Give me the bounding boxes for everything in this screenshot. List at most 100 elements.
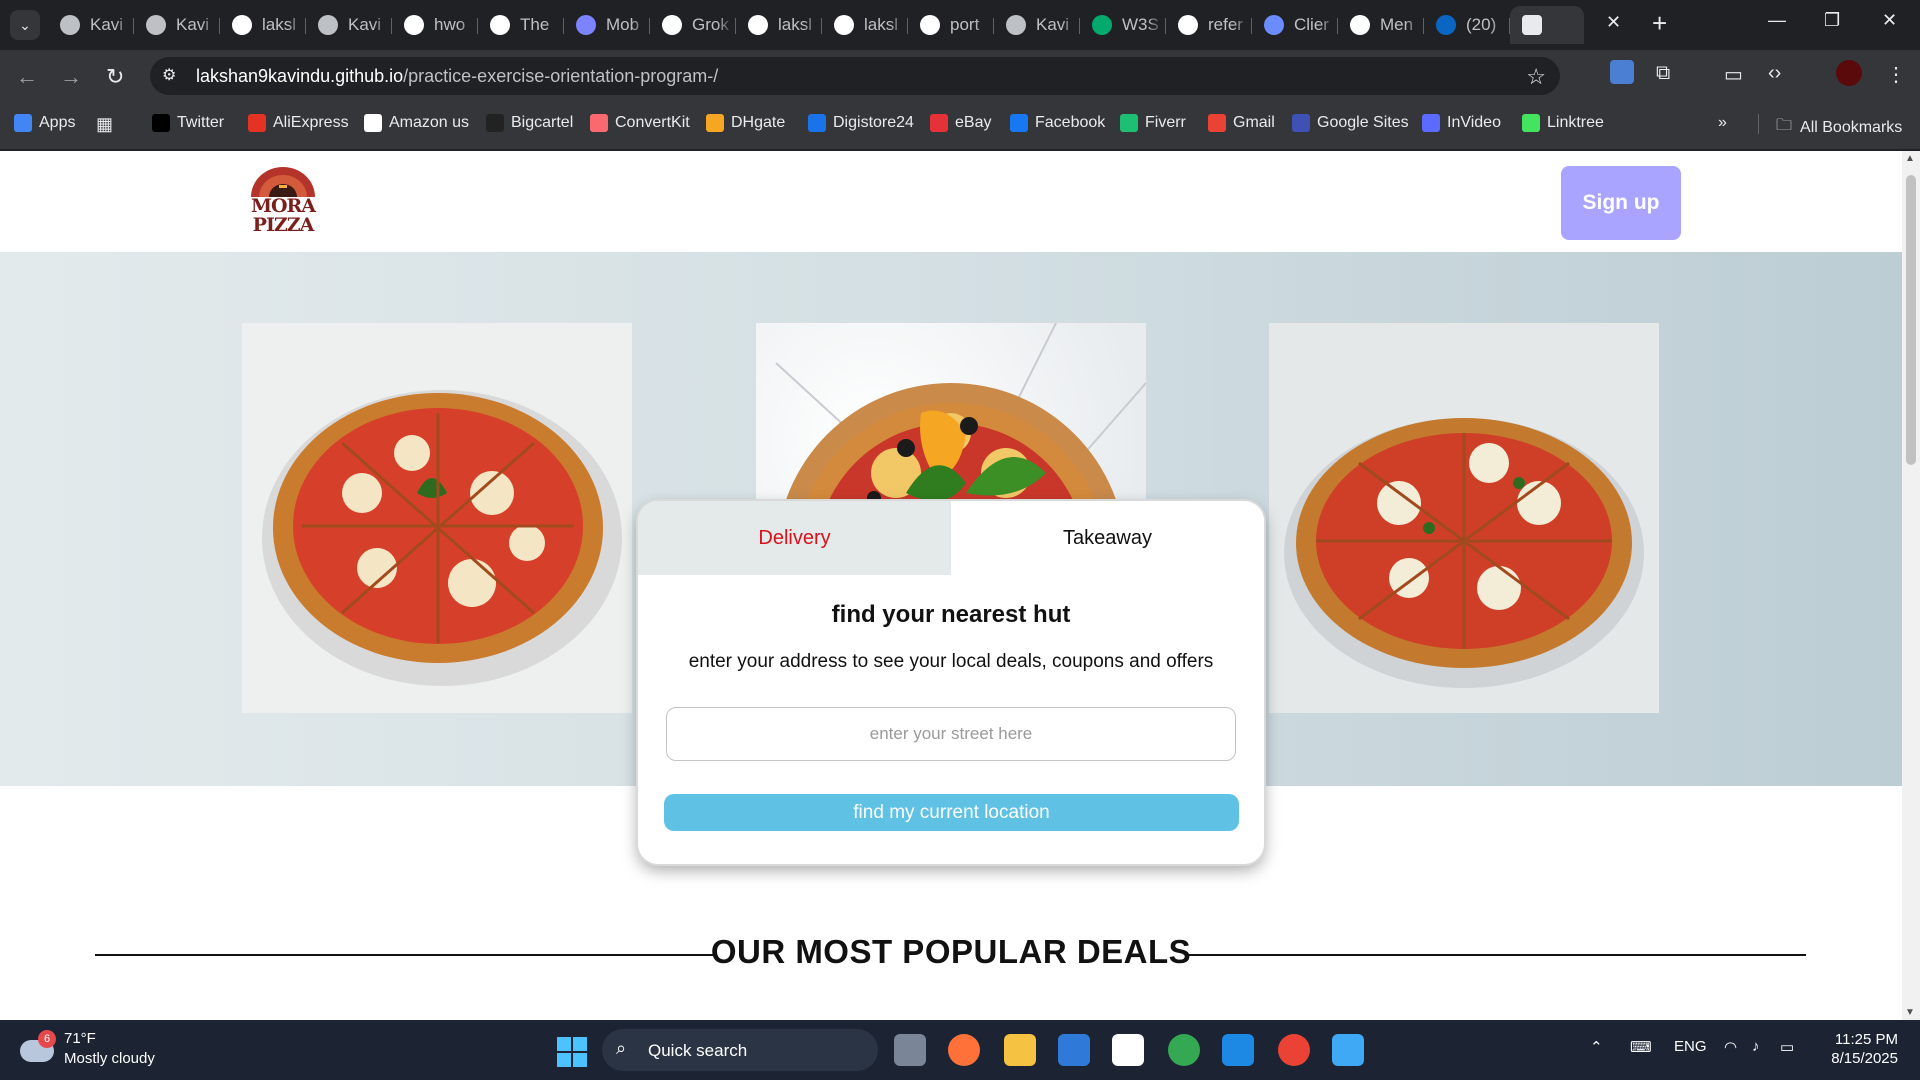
browser-tab[interactable]: Kavi [306,6,392,44]
bookmark-label: InVideo [1447,114,1501,131]
battery-icon[interactable]: ▭ [1780,1038,1794,1056]
extensions-icon[interactable]: ⧉ [1656,62,1670,85]
tab-title: refer [1208,15,1243,34]
system-clock[interactable]: 11:25 PM 8/15/2025 [1820,1030,1898,1068]
browser-tab[interactable]: Men [1338,6,1424,44]
bookmarks-overflow-icon[interactable]: » [1718,114,1727,132]
scroll-down-icon[interactable]: ▼ [1905,1007,1915,1018]
browser-tab[interactable]: Clier [1252,6,1338,44]
bookmark-label: ConvertKit [615,114,690,131]
browser-tab[interactable]: Grok [650,6,736,44]
devices-icon[interactable]: ▭ [1724,62,1743,87]
task-view-icon[interactable] [894,1034,926,1066]
bookmark-label: DHgate [731,114,786,131]
window-close-icon[interactable]: ✕ [1882,10,1897,31]
tab-delivery[interactable]: Delivery [638,501,951,575]
bookmark-gmail[interactable]: Gmail [1208,114,1275,132]
notepad-icon[interactable] [1332,1034,1364,1066]
browser-tab[interactable]: Kavi [48,6,134,44]
tab-title: Grok [692,15,729,34]
active-browser-tab[interactable] [1510,6,1584,44]
volume-icon[interactable]: ♪ [1752,1038,1760,1055]
back-icon[interactable]: ← [16,64,38,90]
browser-tab[interactable]: hwo [392,6,478,44]
browser-tab[interactable]: refer [1166,6,1252,44]
file-explorer-icon[interactable] [1004,1034,1036,1066]
store-finder-card: Delivery Takeaway find your nearest hut … [638,501,1264,864]
reload-icon[interactable]: ↻ [106,64,124,90]
bookmark-aliexpress[interactable]: AliExpress [248,114,349,132]
tab-search-button[interactable]: ⌄ [10,10,40,40]
minimize-icon[interactable]: — [1768,10,1786,31]
mora-pizza-logo[interactable]: MORA PIZZA [245,165,321,237]
street-address-input[interactable] [666,707,1236,761]
language-indicator[interactable]: ENG [1674,1038,1707,1055]
bookmark-label: AliExpress [273,114,349,131]
menu-dots-icon[interactable]: ⋮ [1886,62,1906,87]
bookmark-facebook[interactable]: Facebook [1010,114,1105,132]
browser-tab[interactable]: Mob [564,6,650,44]
browser-tab[interactable]: laksl [220,6,306,44]
close-tab-icon[interactable]: ✕ [1606,12,1621,33]
page-scrollbar[interactable]: ▲ ▼ [1902,151,1920,1020]
bookmark-digistore24[interactable]: Digistore24 [808,114,914,132]
all-bookmarks-button[interactable]: 🗀 All Bookmarks [1776,114,1902,141]
bookmark-icon [1292,114,1310,132]
start-windows-icon[interactable] [557,1037,587,1067]
tab-groups-icon[interactable]: ▦ [96,114,113,135]
signup-button[interactable]: Sign up [1561,166,1681,240]
scroll-up-icon[interactable]: ▲ [1905,153,1915,164]
tab-takeaway[interactable]: Takeaway [951,501,1264,575]
google-icon [404,15,424,35]
bookmark-ebay[interactable]: eBay [930,114,991,132]
forward-icon[interactable]: → [60,64,82,90]
bookmark-invideo[interactable]: InVideo [1422,114,1501,132]
bookmark-linktree[interactable]: Linktree [1522,114,1604,132]
clock-date: 8/15/2025 [1831,1050,1898,1067]
site-info-icon[interactable]: ⚙ [162,65,176,85]
browser-tab[interactable]: Kavi [994,6,1080,44]
bookmark-label: Twitter [177,114,225,131]
new-tab-button[interactable]: + [1652,8,1667,39]
bookmark-label: Apps [39,114,76,131]
scroll-thumb[interactable] [1906,175,1916,465]
vscode-icon[interactable] [1222,1034,1254,1066]
bookmark-google-sites[interactable]: Google Sites [1292,114,1409,132]
browser-tab[interactable]: (20) [1424,6,1510,44]
keyboard-icon[interactable]: ⌨ [1630,1038,1652,1056]
bookmark-dhgate[interactable]: DHgate [706,114,785,132]
calendar-icon[interactable] [1058,1034,1090,1066]
bookmark-twitter[interactable]: Twitter [152,114,224,132]
firefox-icon[interactable] [948,1034,980,1066]
restore-icon[interactable]: ❐ [1824,10,1840,31]
wifi-icon[interactable]: ◠ [1724,1038,1737,1056]
code-icon[interactable]: ‹› [1768,62,1781,85]
bookmark-apps[interactable]: Apps [14,114,75,132]
find-location-button[interactable]: find my current location [664,794,1239,831]
chrome-profile-icon[interactable] [1278,1034,1310,1066]
github-icon [748,15,768,35]
browser-tab[interactable]: laksl [736,6,822,44]
browser-tab[interactable]: The [478,6,564,44]
chrome-icon[interactable] [1168,1034,1200,1066]
taskbar-search[interactable]: ⌕ Quick search [602,1029,878,1071]
browser-tab[interactable]: laksl [822,6,908,44]
address-bar[interactable]: ⚙ lakshan9kavindu.github.io/practice-exe… [150,57,1560,95]
browser-tab[interactable]: Kavi [134,6,220,44]
bookmark-star-icon[interactable]: ☆ [1526,64,1546,90]
tab-title: Kavi [1036,15,1070,34]
notion-icon[interactable] [1112,1034,1144,1066]
browser-tab[interactable]: port [908,6,994,44]
browser-tab[interactable]: W3S [1080,6,1166,44]
profile-avatar[interactable] [1836,60,1862,86]
url-text[interactable]: lakshan9kavindu.github.io/practice-exerc… [196,66,718,87]
github-icon [232,15,252,35]
bookmark-icon [1208,114,1226,132]
translate-icon[interactable] [1610,60,1634,84]
tray-chevron-icon[interactable]: ⌃ [1590,1038,1603,1056]
bookmark-amazon-us[interactable]: Amazon us [364,114,469,132]
bookmark-convertkit[interactable]: ConvertKit [590,114,690,132]
globe-icon [318,15,338,35]
bookmark-fiverr[interactable]: Fiverr [1120,114,1186,132]
bookmark-bigcartel[interactable]: Bigcartel [486,114,573,132]
